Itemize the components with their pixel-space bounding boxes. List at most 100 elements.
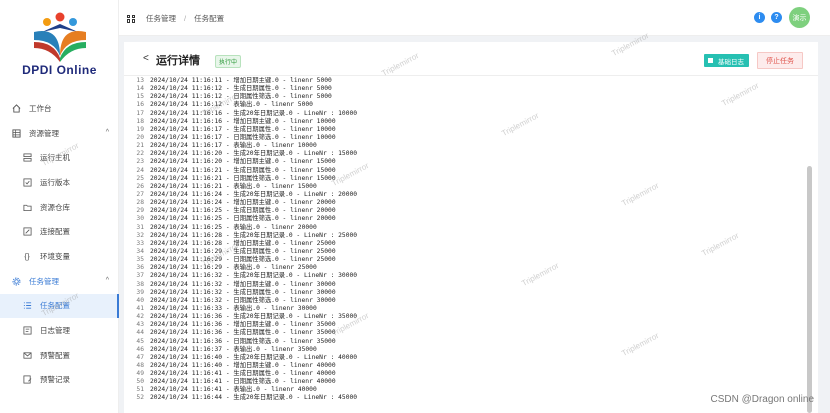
app-logo (34, 12, 86, 62)
log-line-number: 13 (136, 77, 144, 84)
sidebar-item-resource-repo[interactable]: 资源仓库 (0, 195, 119, 220)
sidebar-item-alert-config[interactable]: 预警配置 (0, 343, 119, 368)
log-line-number: 24 (136, 166, 144, 174)
log-line-number: 52 (136, 394, 144, 402)
log-line: 16 2024/10/24 11:16:12 - 表输出.0 - linenr 5… (130, 101, 806, 109)
log-line-number: 16 (136, 101, 144, 109)
log-line-number: 30 (136, 215, 144, 223)
sidebar-item-connection-config[interactable]: 连接配置 (0, 219, 119, 244)
log-line-text: 2024/10/24 11:16:33 - 表输出.0 - linenr 300… (150, 304, 317, 312)
log-line-number: 25 (136, 174, 144, 182)
gear-icon (11, 276, 21, 286)
log-line-number: 46 (136, 345, 144, 353)
sidebar-item-resource-management[interactable]: 资源管理 ^ (0, 121, 119, 146)
log-line-number: 35 (136, 256, 144, 264)
log-line: 30 2024/10/24 11:16:25 - 日期属性筛选.0 - linen… (130, 215, 806, 223)
log-line: 41 2024/10/24 11:16:33 - 表输出.0 - linenr 3… (130, 305, 806, 313)
log-line: 48 2024/10/24 11:16:40 - 增加日期主键.0 - linen… (130, 362, 806, 370)
sidebar-item-label: 任务管理 (29, 276, 59, 286)
log-line-number: 49 (136, 370, 144, 378)
log-line-text: 2024/10/24 11:16:11 - 增加日期主键.0 - linenr … (150, 77, 332, 84)
log-line: 25 2024/10/24 11:16:21 - 日期属性筛选.0 - linen… (130, 175, 806, 183)
log-line: 26 2024/10/24 11:16:21 - 表输出.0 - linenr 1… (130, 183, 806, 191)
log-line-number: 28 (136, 199, 144, 207)
log-line-text: 2024/10/24 11:16:32 - 增加日期主键.0 - linenr … (150, 280, 336, 288)
back-arrow-icon[interactable]: < (143, 53, 149, 64)
header-tools: i ? 演示 (748, 7, 810, 28)
log-line: 46 2024/10/24 11:16:37 - 表输出.0 - linenr 3… (130, 346, 806, 354)
log-line: 13 2024/10/24 11:16:11 - 增加日期主键.0 - linen… (130, 77, 806, 85)
log-line-number: 22 (136, 150, 144, 158)
log-line: 19 2024/10/24 11:16:17 - 生成日期属性.0 - linen… (130, 126, 806, 134)
log-line-text: 2024/10/24 11:16:25 - 表输出.0 - linenr 200… (150, 223, 317, 231)
grid-icon (11, 128, 21, 138)
sidebar-item-label: 预警记录 (40, 375, 70, 385)
log-viewer[interactable]: 13 2024/10/24 11:16:11 - 增加日期主键.0 - linen… (130, 77, 806, 413)
info-icon[interactable]: i (754, 12, 765, 23)
log-line-text: 2024/10/24 11:16:40 - 增加日期主键.0 - linenr … (150, 361, 336, 369)
sidebar-item-log-management[interactable]: 日志管理 (0, 318, 119, 343)
scrollbar-thumb[interactable] (807, 166, 812, 413)
log-line: 33 2024/10/24 11:16:28 - 增加日期主键.0 - linen… (130, 240, 806, 248)
basic-log-toggle[interactable]: 基础日志 (704, 54, 749, 67)
help-icon[interactable]: ? (771, 12, 782, 23)
sidebar-item-label: 运行版本 (40, 177, 70, 187)
log-line-text: 2024/10/24 11:16:36 - 生成日期属性.0 - linenr … (150, 329, 336, 337)
log-line-number: 17 (136, 109, 144, 117)
chevron-up-icon: ^ (105, 128, 109, 136)
log-line-text: 2024/10/24 11:16:36 - 日期属性筛选.0 - linenr … (150, 337, 336, 345)
log-line-number: 15 (136, 93, 144, 101)
log-line: 42 2024/10/24 11:16:36 - 生成20年日期记录.0 - Li… (130, 313, 806, 321)
top-bar: 任务管理 / 任务配置 i ? 演示 (119, 0, 830, 36)
log-line: 20 2024/10/24 11:16:17 - 日期属性筛选.0 - linen… (130, 134, 806, 142)
run-detail-panel: < 运行详情 执行中 基础日志 停止任务 13 2024/10/24 11:16:… (124, 42, 818, 413)
log-line-text: 2024/10/24 11:16:28 - 增加日期主键.0 - linenr … (150, 239, 336, 247)
log-line: 40 2024/10/24 11:16:32 - 日期属性筛选.0 - linen… (130, 297, 806, 305)
status-badge: 执行中 (215, 55, 242, 68)
sidebar-item-task-management[interactable]: 任务管理 ^ (0, 269, 119, 294)
log-line-text: 2024/10/24 11:16:32 - 生成20年日期记录.0 - Line… (150, 272, 358, 280)
mail-icon (22, 350, 32, 360)
log-line: 45 2024/10/24 11:16:36 - 日期属性筛选.0 - linen… (130, 338, 806, 346)
log-line-number: 44 (136, 329, 144, 337)
avatar[interactable]: 演示 (789, 7, 810, 28)
log-line-number: 36 (136, 264, 144, 272)
log-line: 38 2024/10/24 11:16:32 - 增加日期主键.0 - linen… (130, 281, 806, 289)
page-title: 运行详情 (156, 55, 200, 67)
sidebar-item-task-config[interactable]: 任务配置 (0, 293, 119, 319)
home-icon (11, 103, 21, 113)
log-line-number: 26 (136, 182, 144, 190)
sidebar-item-alert-records[interactable]: 预警记录 (0, 368, 119, 393)
breadcrumb-item[interactable]: 任务管理 (146, 13, 176, 24)
link-icon (22, 227, 32, 237)
sidebar-item-label: 资源仓库 (40, 202, 70, 212)
sidebar-item-workbench[interactable]: 工作台 (0, 96, 119, 121)
checkbox-icon[interactable] (707, 57, 714, 64)
sidebar-item-label: 资源管理 (29, 128, 59, 138)
sidebar-item-run-version[interactable]: 运行版本 (0, 170, 119, 195)
log-line: 47 2024/10/24 11:16:40 - 生成20年日期记录.0 - Li… (130, 354, 806, 362)
log-line-number: 43 (136, 321, 144, 329)
log-line: 52 2024/10/24 11:16:44 - 生成20年日期记录.0 - Li… (130, 394, 806, 402)
app-grid-icon[interactable] (127, 14, 135, 23)
log-icon (22, 326, 32, 336)
braces-icon: {} (24, 251, 30, 261)
folder-icon (22, 202, 32, 212)
log-line-text: 2024/10/24 11:16:41 - 生成日期属性.0 - linenr … (150, 370, 336, 378)
record-icon (22, 375, 32, 385)
log-line-text: 2024/10/24 11:16:32 - 生成日期属性.0 - linenr … (150, 288, 336, 296)
log-line-number: 21 (136, 142, 144, 150)
log-line-text: 2024/10/24 11:16:29 - 日期属性筛选.0 - linenr … (150, 256, 336, 264)
sidebar-item-run-host[interactable]: 运行主机 (0, 145, 119, 170)
stop-task-button[interactable]: 停止任务 (757, 52, 803, 69)
log-line-text: 2024/10/24 11:16:24 - 生成20年日期记录.0 - Line… (150, 190, 358, 198)
log-line-number: 38 (136, 280, 144, 288)
log-line-number: 42 (136, 313, 144, 321)
log-line-number: 27 (136, 190, 144, 198)
log-line: 32 2024/10/24 11:16:28 - 生成20年日期记录.0 - Li… (130, 232, 806, 240)
sidebar-item-env-vars[interactable]: {} 环境变量 (0, 244, 119, 269)
sidebar-item-label: 运行主机 (40, 153, 70, 163)
breadcrumb-item-current: 任务配置 (194, 14, 225, 23)
sidebar-item-label: 环境变量 (40, 251, 70, 261)
log-line-number: 29 (136, 207, 144, 215)
